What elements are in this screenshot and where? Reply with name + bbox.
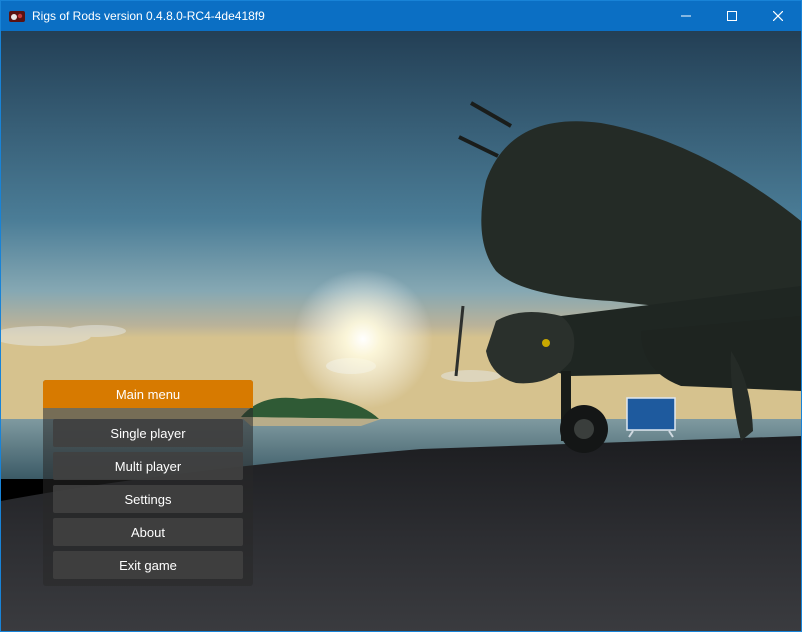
multi-player-button[interactable]: Multi player — [53, 452, 243, 480]
minimize-icon — [681, 15, 691, 17]
sun — [293, 269, 433, 409]
single-player-button[interactable]: Single player — [53, 419, 243, 447]
title-bar[interactable]: Rigs of Rods version 0.4.8.0-RC4-4de418f… — [1, 1, 801, 31]
app-window: Rigs of Rods version 0.4.8.0-RC4-4de418f… — [0, 0, 802, 632]
settings-button[interactable]: Settings — [53, 485, 243, 513]
minimize-button[interactable] — [663, 1, 709, 31]
main-menu-title: Main menu — [43, 380, 253, 408]
window-title: Rigs of Rods version 0.4.8.0-RC4-4de418f… — [32, 9, 265, 23]
close-icon — [773, 11, 783, 21]
close-button[interactable] — [755, 1, 801, 31]
main-menu-panel: Main menu Single player Multi player Set… — [43, 380, 253, 586]
maximize-icon — [727, 11, 737, 21]
app-icon — [9, 11, 25, 22]
exit-game-button[interactable]: Exit game — [53, 551, 243, 579]
about-button[interactable]: About — [53, 518, 243, 546]
maximize-button[interactable] — [709, 1, 755, 31]
